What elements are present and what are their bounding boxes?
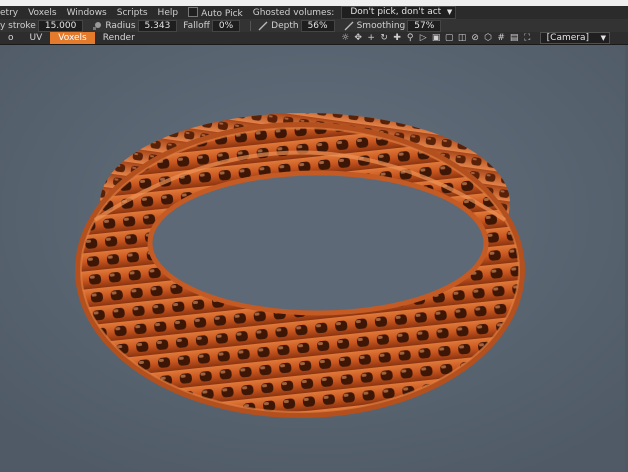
auto-pick-toggle[interactable]: Auto Pick [183,6,248,19]
wireframe-icon[interactable]: ◫ [457,33,467,43]
sun-icon[interactable]: ☼ [340,33,350,43]
camera-value: [Camera] [546,33,589,43]
cross-icon[interactable]: + [366,33,376,43]
fullscreen-icon[interactable]: ⛶ [522,33,532,43]
zoom-icon[interactable]: ⚲ [405,33,415,43]
chevron-down-icon: ▼ [600,34,606,42]
pen-icon[interactable] [258,21,268,31]
pan-icon[interactable]: ✚ [392,33,402,43]
chevron-down-icon: ▼ [446,8,453,16]
camera-dropdown[interactable]: [Camera] ▼ [539,32,610,44]
radius-input[interactable]: 5.343 [137,19,178,32]
tab-voxels[interactable]: Voxels [50,32,95,44]
ghosted-volumes-dropdown[interactable]: Don't pick, don't act ▼ [341,6,457,19]
3d-viewport[interactable] [0,45,628,472]
smoothing-input[interactable]: 57% [407,19,442,32]
rotate-icon[interactable]: ↻ [379,33,389,43]
separator [250,20,252,31]
menu-windows[interactable]: Windows [62,8,112,18]
tab-retopo[interactable]: o [0,32,22,44]
room-tabs: o UV Voxels Render ☼ ✥ + ↻ ✚ ⚲ ▷ ▣ ▢ ◫ ⊘… [0,32,628,45]
smoothing-label: Smoothing [356,20,406,31]
grid-icon[interactable]: # [496,33,506,43]
menu-voxels[interactable]: Voxels [23,8,61,18]
menu-geometry[interactable]: etry [0,8,23,18]
app-window: etry Voxels Windows Scripts Help Auto Pi… [0,0,628,472]
lattice-ring-model [0,45,628,472]
auto-pick-label: Auto Pick [201,8,243,19]
frame-all-icon[interactable]: ▢ [444,33,454,43]
tab-render[interactable]: Render [95,32,143,44]
depth-label: Depth [271,20,299,31]
stroke-label: y stroke [0,20,36,31]
falloff-label: Falloff [183,20,210,31]
no-icon[interactable]: ⊘ [470,33,480,43]
view-icon[interactable]: ▤ [509,33,519,43]
falloff-input[interactable]: 0% [211,19,241,32]
radius-label: Radius [105,20,136,31]
menubar: etry Voxels Windows Scripts Help Auto Pi… [0,6,628,20]
cube-icon[interactable]: ⬡ [483,33,493,43]
depth-input[interactable]: 56% [300,19,335,32]
brush-toolbar: y stroke 15.000 Radius 5.343 Falloff 0% … [0,19,628,33]
tab-uv[interactable]: UV [22,32,51,44]
frame-icon[interactable]: ▣ [431,33,441,43]
play-icon[interactable]: ▷ [418,33,428,43]
smooth-pen-icon[interactable] [344,21,354,31]
stroke-input[interactable]: 15.000 [37,19,84,32]
menu-help[interactable]: Help [153,8,184,18]
menu-scripts[interactable]: Scripts [112,8,153,18]
auto-pick-checkbox[interactable] [188,6,199,17]
brush-icon[interactable] [92,21,102,31]
ghosted-volumes-label: Ghosted volumes: [252,7,335,18]
move-icon[interactable]: ✥ [353,33,363,43]
viewport-tools: ☼ ✥ + ↻ ✚ ⚲ ▷ ▣ ▢ ◫ ⊘ ⬡ # ▤ ⛶ [Camera] ▼ [339,32,628,44]
ghosted-volumes-value: Don't pick, don't act [350,7,442,17]
